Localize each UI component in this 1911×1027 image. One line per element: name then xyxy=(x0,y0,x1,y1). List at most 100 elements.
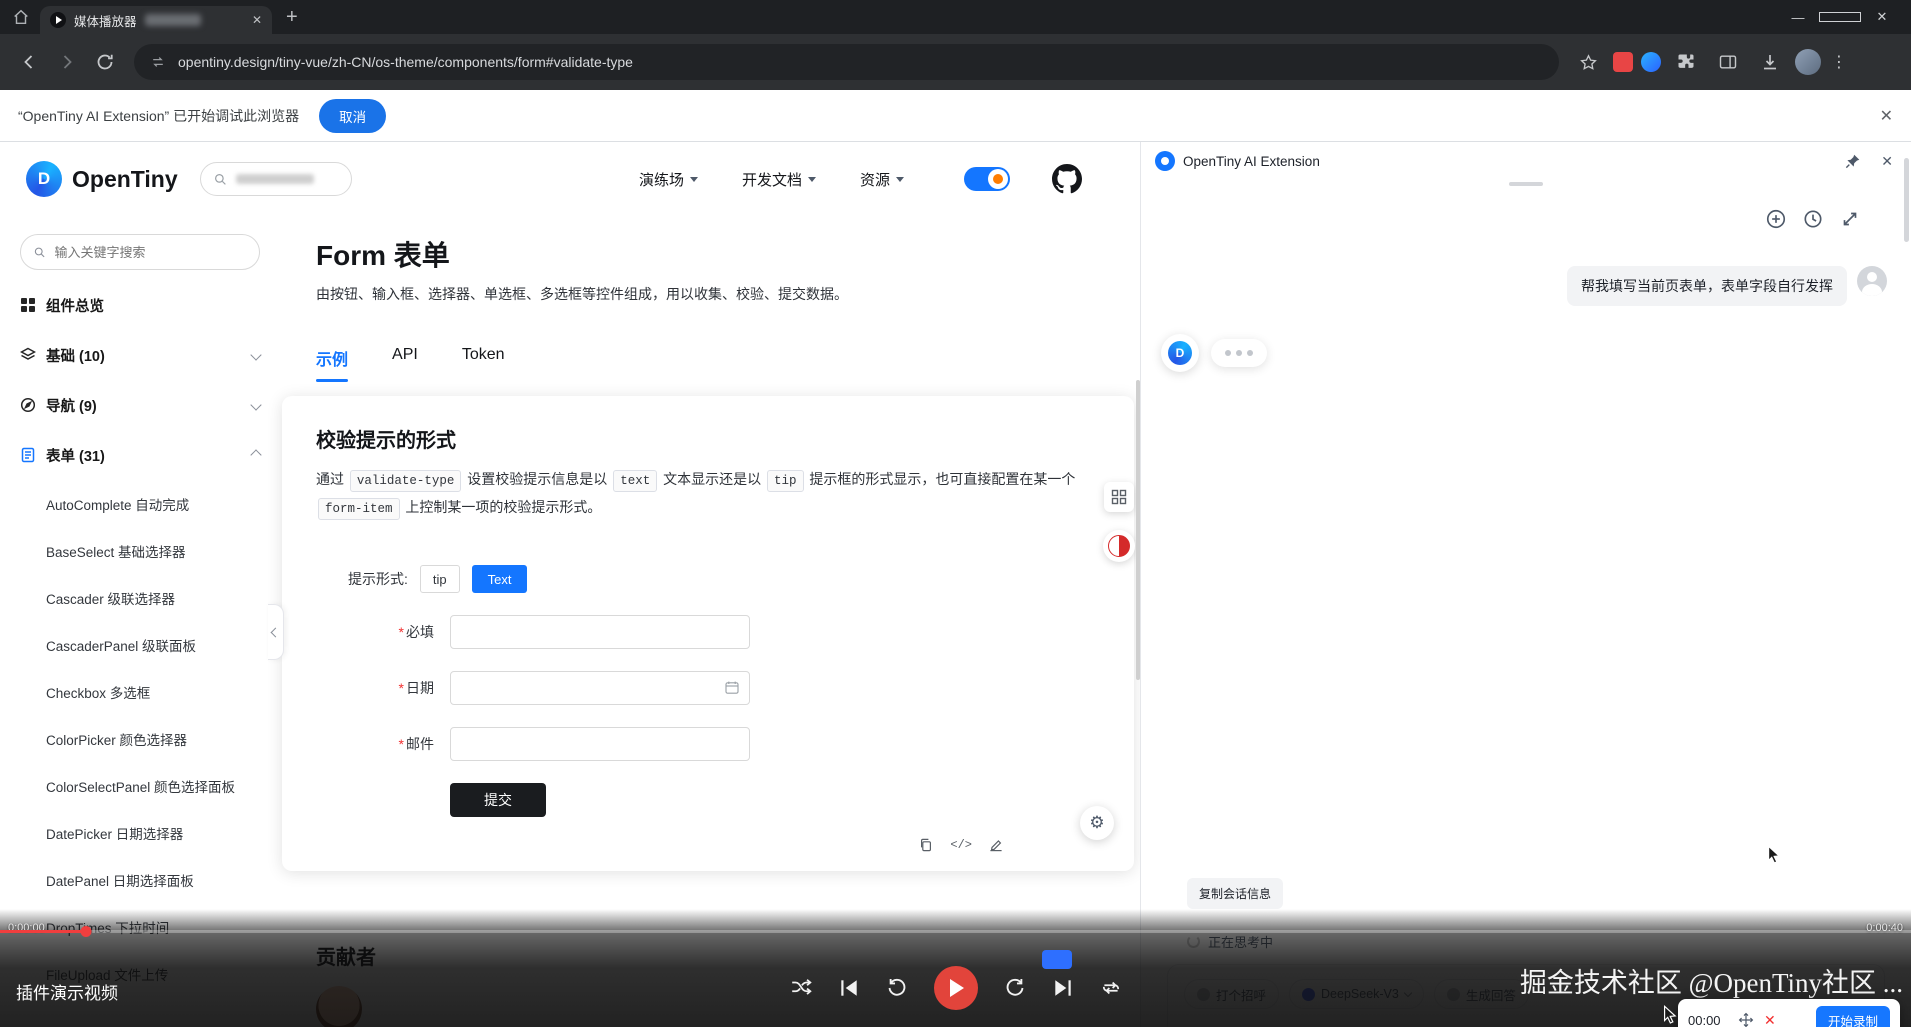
profile-avatar[interactable] xyxy=(1795,49,1821,75)
copy-icon[interactable] xyxy=(918,837,934,853)
chevron-up-icon xyxy=(250,449,261,460)
email-field-input[interactable] xyxy=(451,728,749,760)
sidebar-group-navigation[interactable]: 导航 (9) xyxy=(0,380,280,430)
opentiny-bot-icon: D xyxy=(1168,341,1192,365)
site-info-icon[interactable] xyxy=(150,54,166,70)
submit-button[interactable]: 提交 xyxy=(450,783,546,817)
back-icon[interactable] xyxy=(12,45,46,79)
extension-icon-blue[interactable] xyxy=(1641,52,1661,72)
loop-icon[interactable] xyxy=(1100,977,1122,999)
sidebar-item-cascader[interactable]: Cascader 级联选择器 xyxy=(0,574,280,621)
close-window-button[interactable]: ✕ xyxy=(1861,9,1903,25)
tab-token[interactable]: Token xyxy=(462,346,505,382)
github-icon[interactable] xyxy=(1052,164,1082,194)
required-field-input[interactable] xyxy=(451,616,749,648)
tab-api[interactable]: API xyxy=(392,346,418,382)
infobar-close-icon[interactable]: ✕ xyxy=(1880,106,1893,126)
player-timeline[interactable] xyxy=(0,930,1911,933)
extensions-puzzle-icon[interactable] xyxy=(1669,45,1703,79)
sidebar-item-cascaderpanel[interactable]: CascaderPanel 级联面板 xyxy=(0,621,280,668)
new-chat-icon[interactable] xyxy=(1765,208,1787,230)
side-panel-icon[interactable] xyxy=(1711,45,1745,79)
sidebar-item-datepicker[interactable]: DatePicker 日期选择器 xyxy=(0,809,280,856)
player-knob[interactable] xyxy=(80,926,91,937)
settings-gear-button[interactable]: ⚙ xyxy=(1080,806,1114,840)
history-icon[interactable] xyxy=(1802,208,1824,230)
play-button[interactable] xyxy=(934,966,978,1010)
resize-icon[interactable] xyxy=(1839,208,1861,230)
sidebar-group-basic[interactable]: 基础 (10) xyxy=(0,330,280,380)
sidebar-item-colorselectpanel[interactable]: ColorSelectPanel 颜色选择面板 xyxy=(0,762,280,809)
forward-icon[interactable] xyxy=(50,45,84,79)
play-favicon-icon xyxy=(50,12,66,28)
move-icon[interactable] xyxy=(1738,1012,1754,1027)
date-field-input[interactable] xyxy=(451,672,749,704)
chevron-down-icon xyxy=(250,399,261,410)
mouse-cursor-secondary xyxy=(1660,1004,1682,1026)
maximize-button[interactable] xyxy=(1819,10,1861,25)
edit-icon[interactable] xyxy=(988,837,1004,853)
download-icon[interactable] xyxy=(1753,45,1787,79)
compass-icon xyxy=(20,397,36,413)
code-icon[interactable]: </> xyxy=(950,838,972,852)
sidebar-item-baseselect[interactable]: BaseSelect 基础选择器 xyxy=(0,527,280,574)
page-viewport: D OpenTiny 演练场 开发文档 资源 xyxy=(0,142,1911,1027)
minimize-button[interactable]: — xyxy=(1777,10,1819,25)
sidebar-item-checkbox[interactable]: Checkbox 多选框 xyxy=(0,668,280,715)
pin-icon[interactable] xyxy=(1844,153,1861,170)
user-avatar xyxy=(1857,266,1887,296)
infobar-message: “OpenTiny AI Extension” 已开始调试此浏览器 xyxy=(18,106,299,126)
calendar-icon[interactable] xyxy=(724,680,740,696)
opentiny-logo-text: OpenTiny xyxy=(72,166,178,193)
replay-icon[interactable] xyxy=(886,977,908,999)
sidebar-search-input[interactable] xyxy=(55,245,248,260)
section-title: 校验提示的形式 xyxy=(316,424,1100,453)
player-progress xyxy=(0,930,86,933)
browser-tab-media-player[interactable]: 媒体播放器 ✕ xyxy=(40,6,272,34)
required-mark: * xyxy=(399,624,404,640)
sidebar-collapse-handle[interactable] xyxy=(268,604,284,660)
sidebar-item-datepanel[interactable]: DatePanel 日期选择面板 xyxy=(0,856,280,903)
sidebar-group-form[interactable]: 表单 (31) xyxy=(0,430,280,480)
recorder-close-icon[interactable]: ✕ xyxy=(1764,1012,1776,1027)
page-title: Form 表单 xyxy=(316,234,1134,274)
nav-docs[interactable]: 开发文档 xyxy=(742,169,816,190)
forward-icon[interactable] xyxy=(1004,977,1026,999)
nav-resources[interactable]: 资源 xyxy=(860,169,904,190)
ai-panel-scrollbar[interactable] xyxy=(1904,158,1909,242)
form-row-email: *邮件 xyxy=(348,727,1100,761)
sidebar-item-autocomplete[interactable]: AutoComplete 自动完成 xyxy=(0,480,280,527)
copy-session-button[interactable]: 复制会话信息 xyxy=(1187,878,1283,909)
reload-icon[interactable] xyxy=(88,45,122,79)
video-title: 插件演示视频 xyxy=(16,979,118,1004)
nav-playground[interactable]: 演练场 xyxy=(639,169,698,190)
header-search[interactable] xyxy=(200,162,352,196)
sidebar-item-overview[interactable]: 组件总览 xyxy=(0,280,280,330)
sidebar-search[interactable] xyxy=(20,234,260,270)
panel-drag-handle[interactable] xyxy=(1509,182,1543,186)
shuffle-icon[interactable] xyxy=(790,977,812,999)
new-tab-button[interactable]: + xyxy=(286,6,298,29)
tab-examples[interactable]: 示例 xyxy=(316,346,348,382)
layout-switch-button[interactable] xyxy=(1104,482,1134,512)
screen: 媒体播放器 ✕ + — ✕ opentiny.design/tiny-vue/z… xyxy=(0,0,1911,1027)
start-recording-button[interactable]: 开始录制 xyxy=(1816,1006,1890,1027)
required-mark: * xyxy=(399,736,404,752)
tab-close-icon[interactable]: ✕ xyxy=(252,13,262,27)
previous-icon[interactable] xyxy=(838,977,860,999)
infobar-cancel-button[interactable]: 取消 xyxy=(319,99,386,133)
ai-close-icon[interactable]: ✕ xyxy=(1881,153,1893,170)
sidebar-item-colorpicker[interactable]: ColorPicker 颜色选择器 xyxy=(0,715,280,762)
blurred-placeholder xyxy=(236,174,314,184)
form-row-date: *日期 xyxy=(348,671,1100,705)
address-bar[interactable]: opentiny.design/tiny-vue/zh-CN/os-theme/… xyxy=(134,44,1559,80)
mode-option-text[interactable]: Text xyxy=(472,565,528,593)
bookmark-star-icon[interactable] xyxy=(1571,45,1605,79)
opentiny-logo[interactable]: D OpenTiny xyxy=(26,161,178,197)
mode-option-tip[interactable]: tip xyxy=(420,565,460,593)
extension-icon-red[interactable] xyxy=(1613,52,1633,72)
next-icon[interactable] xyxy=(1052,977,1074,999)
framework-switch-button[interactable] xyxy=(1103,530,1135,562)
theme-toggle[interactable] xyxy=(964,167,1010,191)
browser-menu-icon[interactable]: ⋮ xyxy=(1829,52,1849,72)
